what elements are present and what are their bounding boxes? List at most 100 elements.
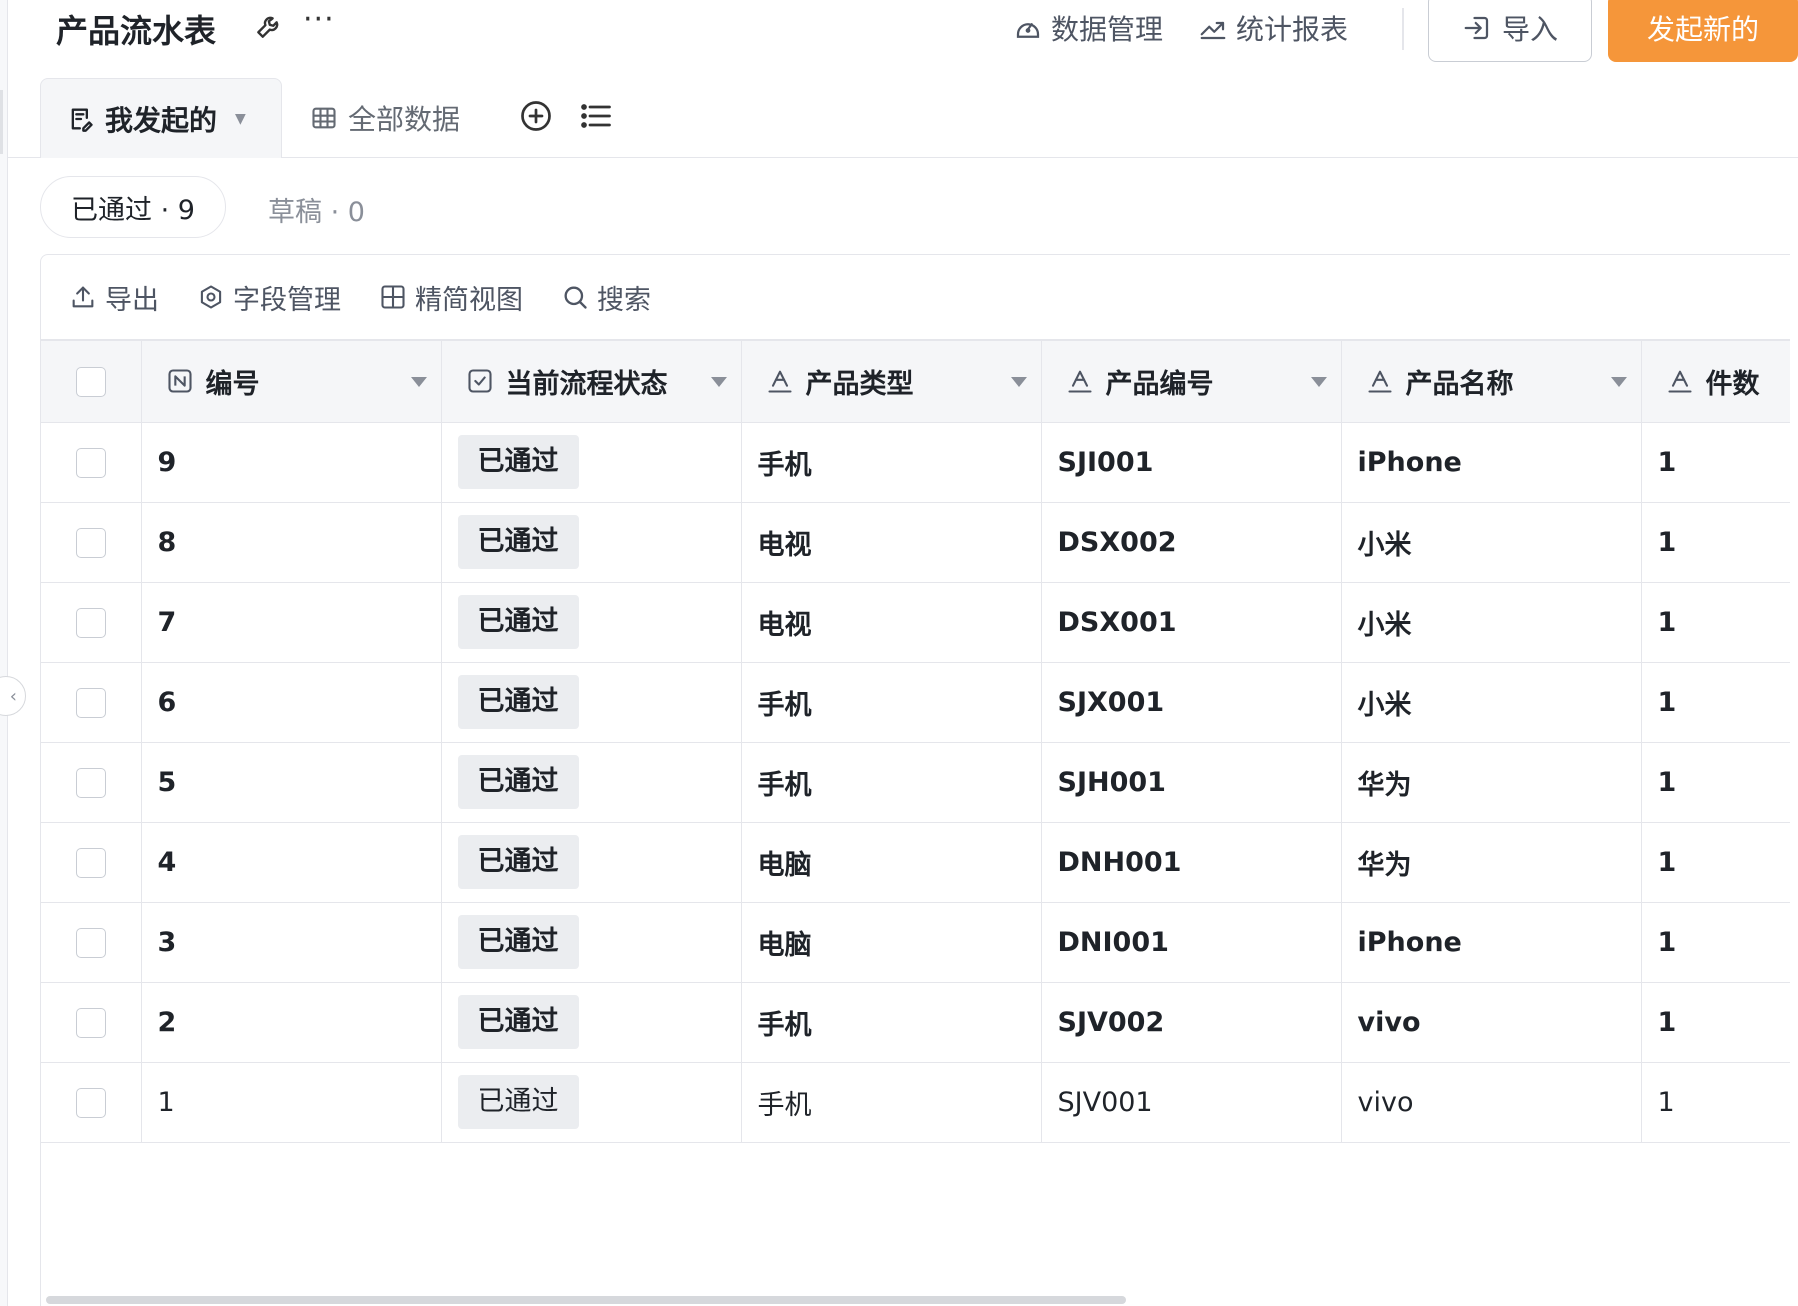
cell-qty[interactable]: 1 [1641, 422, 1790, 503]
cell-qty[interactable]: 1 [1641, 662, 1790, 743]
cell-status[interactable]: 已通过 [441, 982, 742, 1063]
row-checkbox[interactable] [75, 687, 106, 718]
caret-down-icon[interactable] [710, 377, 727, 387]
table-row[interactable]: 3 已通过 电脑 DNI001 iPhone 1 [41, 902, 1790, 983]
table-row[interactable]: 9 已通过 手机 SJI001 iPhone 1 [41, 422, 1790, 503]
column-header-qty[interactable]: 件数 [1641, 340, 1790, 423]
cell-name[interactable]: 小米 [1341, 502, 1642, 583]
cell-status[interactable]: 已通过 [441, 422, 742, 503]
table-row[interactable]: 4 已通过 电脑 DNH001 华为 1 [41, 822, 1790, 903]
row-checkbox[interactable] [75, 447, 106, 478]
cell-name[interactable]: 小米 [1341, 662, 1642, 743]
cell-type[interactable]: 手机 [741, 422, 1042, 503]
cell-id[interactable]: 5 [141, 742, 442, 823]
cell-status[interactable]: 已通过 [441, 822, 742, 903]
filter-draft[interactable]: 草稿 · 0 [268, 190, 365, 229]
cell-id[interactable]: 4 [141, 822, 442, 903]
row-checkbox[interactable] [75, 847, 106, 878]
tab-my-submissions[interactable]: 我发起的 ▼ [40, 78, 282, 158]
cell-name[interactable]: iPhone [1341, 422, 1642, 503]
row-checkbox[interactable] [75, 607, 106, 638]
cell-type[interactable]: 手机 [741, 1062, 1042, 1143]
cell-code[interactable]: SJX001 [1041, 662, 1342, 743]
cell-id[interactable]: 7 [141, 582, 442, 663]
caret-down-icon[interactable] [1010, 377, 1027, 387]
column-header-name[interactable]: 产品名称 [1341, 340, 1642, 423]
table-row[interactable]: 2 已通过 手机 SJV002 vivo 1 [41, 982, 1790, 1063]
select-all-checkbox[interactable] [75, 367, 106, 397]
cell-status[interactable]: 已通过 [441, 1062, 742, 1143]
cell-id[interactable]: 2 [141, 982, 442, 1063]
column-header-status[interactable]: 当前流程状态 [441, 340, 742, 423]
cell-id[interactable]: 1 [141, 1062, 442, 1143]
cell-type[interactable]: 手机 [741, 982, 1042, 1063]
filter-approved[interactable]: 已通过 · 9 [40, 176, 226, 238]
caret-down-icon[interactable]: ▼ [235, 111, 246, 127]
cell-code[interactable]: SJV001 [1041, 1062, 1342, 1143]
search-button[interactable]: 搜索 [561, 278, 651, 317]
cell-id[interactable]: 9 [141, 422, 442, 503]
row-checkbox[interactable] [75, 927, 106, 958]
row-checkbox[interactable] [75, 1007, 106, 1038]
cell-type[interactable]: 手机 [741, 742, 1042, 823]
table-row[interactable]: 5 已通过 手机 SJH001 华为 1 [41, 742, 1790, 823]
more-options-button[interactable]: ··· [303, 2, 335, 37]
cell-id[interactable]: 3 [141, 902, 442, 983]
cell-type[interactable]: 电视 [741, 502, 1042, 583]
caret-down-icon[interactable] [410, 377, 427, 387]
cell-qty[interactable]: 1 [1641, 982, 1790, 1063]
cell-code[interactable]: SJH001 [1041, 742, 1342, 823]
column-header-type[interactable]: 产品类型 [741, 340, 1042, 423]
cell-name[interactable]: 小米 [1341, 582, 1642, 663]
caret-down-icon[interactable] [1310, 377, 1327, 387]
cell-code[interactable]: DSX001 [1041, 582, 1342, 663]
field-manage-button[interactable]: 字段管理 [197, 278, 341, 317]
row-checkbox[interactable] [75, 767, 106, 798]
cell-id[interactable]: 8 [141, 502, 442, 583]
cell-code[interactable]: SJI001 [1041, 422, 1342, 503]
export-button[interactable]: 导出 [69, 278, 159, 317]
cell-status[interactable]: 已通过 [441, 742, 742, 823]
row-checkbox[interactable] [75, 1087, 106, 1118]
cell-qty[interactable]: 1 [1641, 822, 1790, 903]
data-manage-link[interactable]: 数据管理 [1013, 8, 1163, 48]
cell-code[interactable]: DNI001 [1041, 902, 1342, 983]
cell-status[interactable]: 已通过 [441, 502, 742, 583]
cell-qty[interactable]: 1 [1641, 502, 1790, 583]
cell-code[interactable]: DSX002 [1041, 502, 1342, 583]
tab-all-data[interactable]: 全部数据 [310, 98, 460, 138]
stats-report-link[interactable]: 统计报表 [1198, 8, 1348, 48]
cell-type[interactable]: 电脑 [741, 902, 1042, 983]
column-header-id[interactable]: 编号 [141, 340, 442, 423]
cell-status[interactable]: 已通过 [441, 902, 742, 983]
cell-name[interactable]: 华为 [1341, 742, 1642, 823]
cell-type[interactable]: 电视 [741, 582, 1042, 663]
cell-name[interactable]: vivo [1341, 1062, 1642, 1143]
add-view-icon[interactable] [518, 98, 554, 134]
table-row[interactable]: 1 已通过 手机 SJV001 vivo 1 [41, 1062, 1790, 1143]
list-icon[interactable] [578, 98, 614, 134]
column-header-code[interactable]: 产品编号 [1041, 340, 1342, 423]
cell-name[interactable]: 华为 [1341, 822, 1642, 903]
table-row[interactable]: 6 已通过 手机 SJX001 小米 1 [41, 662, 1790, 743]
horizontal-scrollbar[interactable] [46, 1296, 1126, 1304]
cell-status[interactable]: 已通过 [441, 662, 742, 743]
cell-type[interactable]: 电脑 [741, 822, 1042, 903]
cell-name[interactable]: vivo [1341, 982, 1642, 1063]
caret-down-icon[interactable] [1610, 377, 1627, 387]
table-row[interactable]: 7 已通过 电视 DSX001 小米 1 [41, 582, 1790, 663]
table-row[interactable]: 8 已通过 电视 DSX002 小米 1 [41, 502, 1790, 583]
cell-qty[interactable]: 1 [1641, 582, 1790, 663]
cell-qty[interactable]: 1 [1641, 902, 1790, 983]
collapse-sidebar-button[interactable]: ‹ [0, 676, 26, 716]
cell-status[interactable]: 已通过 [441, 582, 742, 663]
import-button[interactable]: 导入 [1428, 0, 1592, 62]
row-checkbox[interactable] [75, 527, 106, 558]
cell-code[interactable]: SJV002 [1041, 982, 1342, 1063]
wrench-icon[interactable] [253, 10, 285, 42]
cell-code[interactable]: DNH001 [1041, 822, 1342, 903]
cell-qty[interactable]: 1 [1641, 1062, 1790, 1143]
cell-name[interactable]: iPhone [1341, 902, 1642, 983]
new-submission-button[interactable]: 发起新的 [1608, 0, 1798, 62]
cell-qty[interactable]: 1 [1641, 742, 1790, 823]
